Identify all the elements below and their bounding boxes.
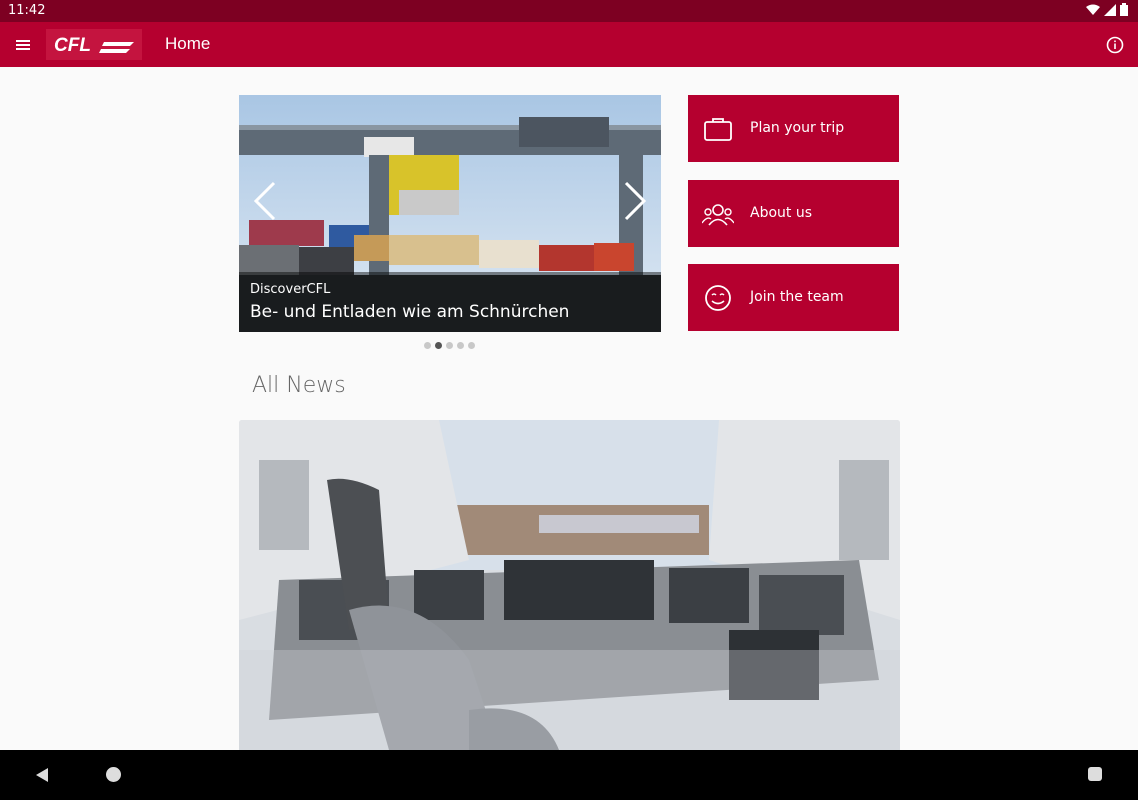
join-team-button[interactable]: Join the team [688, 264, 899, 331]
carousel-dot[interactable] [435, 342, 442, 349]
team-icon [702, 204, 734, 226]
page-title: Home [165, 34, 211, 53]
menu-icon[interactable] [12, 34, 34, 56]
signal-icon [1104, 3, 1116, 16]
status-bar: 11:42 [0, 0, 1138, 22]
briefcase-icon [704, 118, 732, 141]
carousel-indicator [424, 342, 475, 349]
news-card-image [239, 420, 900, 750]
about-us-label: About us [750, 205, 813, 221]
recent-apps-icon[interactable] [1088, 767, 1102, 781]
carousel-prev-icon[interactable] [252, 181, 278, 221]
battery-icon [1120, 3, 1128, 16]
featured-carousel[interactable]: DiscoverCFL Be- und Entladen wie am Schn… [239, 95, 661, 332]
app-bar: CFL Home [0, 22, 1138, 67]
smiley-icon [705, 285, 731, 311]
about-us-button[interactable]: About us [688, 180, 899, 247]
back-icon[interactable] [34, 767, 50, 783]
carousel-dot[interactable] [446, 342, 453, 349]
join-team-label: Join the team [750, 289, 844, 305]
home-icon[interactable] [106, 767, 121, 782]
carousel-caption: DiscoverCFL Be- und Entladen wie am Schn… [239, 272, 661, 332]
news-card[interactable] [239, 420, 900, 750]
cfl-logo: CFL [46, 29, 142, 60]
carousel-dot[interactable] [424, 342, 431, 349]
carousel-headline: Be- und Entladen wie am Schnürchen [250, 302, 570, 322]
news-section-title: All News [252, 373, 346, 398]
carousel-next-icon[interactable] [622, 181, 648, 221]
info-icon[interactable] [1104, 34, 1126, 56]
carousel-dot[interactable] [468, 342, 475, 349]
carousel-dot[interactable] [457, 342, 464, 349]
system-nav-bar [0, 750, 1138, 800]
carousel-kicker: DiscoverCFL [250, 282, 331, 297]
plan-trip-button[interactable]: Plan your trip [688, 95, 899, 162]
status-icons [1086, 3, 1128, 16]
plan-trip-label: Plan your trip [750, 120, 845, 136]
svg-text:CFL: CFL [54, 35, 91, 56]
status-time: 11:42 [8, 3, 46, 18]
wifi-icon [1086, 4, 1100, 15]
